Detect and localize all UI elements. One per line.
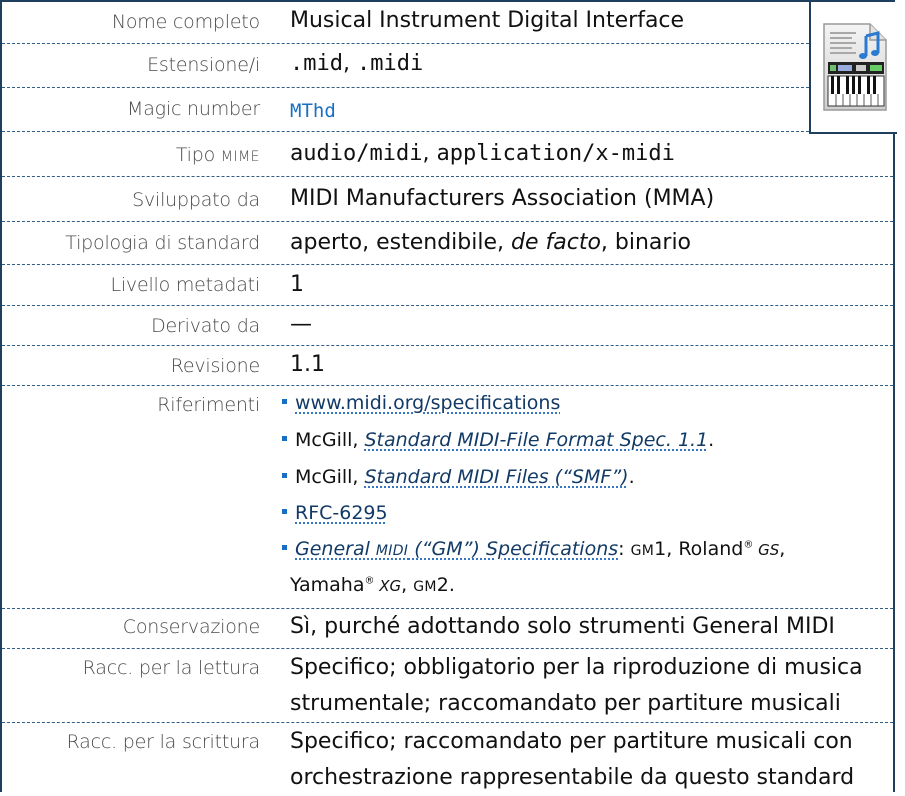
registered-mark-1: ® xyxy=(743,539,754,551)
ref2-post: . xyxy=(708,429,715,451)
mime-application-x-midi: application/x-midi xyxy=(436,141,675,166)
ref5-colon: : xyxy=(618,538,631,560)
row-riferimenti: Riferimenti www.midi.org/specifications … xyxy=(2,386,893,609)
ref5-end: . xyxy=(448,574,455,596)
row-racc-scrittura: Racc. per la scrittura Specifico; raccom… xyxy=(2,723,893,794)
label-conservazione: Conservazione xyxy=(122,616,260,638)
label-revisione: Revisione xyxy=(170,355,260,377)
roland-gs: GS xyxy=(753,541,780,559)
gm2-prefix: GM xyxy=(413,579,437,595)
mime-audio-midi: audio/midi xyxy=(290,141,423,166)
value-racc-scrittura: Specifico; raccomandato per partiture mu… xyxy=(290,724,854,796)
ref-link-midi-org[interactable]: www.midi.org/specifications xyxy=(295,392,560,414)
gm-link-part-1: General xyxy=(295,538,376,560)
value-tipologia: aperto, estendibile, de facto, binario xyxy=(290,230,691,255)
bullet-icon xyxy=(282,399,287,404)
ext-midi: .midi xyxy=(356,51,424,76)
ext-mid: .mid xyxy=(290,51,343,76)
scrittura-line-2: orchestrazione rappresentabile da questo… xyxy=(290,765,855,790)
lettura-line-2: strumentale; raccomandato per partiture … xyxy=(290,691,841,716)
file-icon-box xyxy=(809,2,897,134)
label-tipo: Tipo xyxy=(175,144,221,166)
label-racc-scrittura: Racc. per la scrittura xyxy=(66,731,261,753)
row-estensione: Estensione/i .mid, .midi xyxy=(2,44,809,88)
midi-file-icon xyxy=(823,23,887,111)
bullet-icon xyxy=(282,436,287,441)
scrittura-line-1: Specifico; raccomandato per partiture mu… xyxy=(290,729,853,754)
row-livello-metadati: Livello metadati 1 xyxy=(2,265,893,306)
row-magic-number: Magic number MThd xyxy=(2,88,809,132)
label-estensione: Estensione/i xyxy=(147,54,260,76)
value-magic-number: MThd xyxy=(290,100,336,122)
value-derivato-da: — xyxy=(290,312,312,337)
row-tipologia: Tipologia di standard aperto, estendibil… xyxy=(2,222,893,265)
label-racc-lettura: Racc. per la lettura xyxy=(82,657,261,679)
label-tipo-mime: Tipo MIME xyxy=(2,144,260,166)
gm-link-midi: MIDI xyxy=(375,543,409,559)
ref5-comma: , xyxy=(779,538,786,560)
value-revisione: 1.1 xyxy=(290,352,325,377)
label-derivato-da: Derivato da xyxy=(151,315,260,337)
label-sviluppato-da: Sviluppato da xyxy=(132,189,260,211)
ref-item-5-cont: Yamaha® XG, GM2. xyxy=(290,574,455,596)
bullet-icon xyxy=(282,545,287,550)
row-nome-completo: Nome completo Musical Instrument Digital… xyxy=(2,2,809,44)
tipologia-de-facto: de facto xyxy=(511,230,601,255)
label-riferimenti: Riferimenti xyxy=(157,394,260,416)
label-mime: MIME xyxy=(220,149,260,165)
ref-link-rfc-6295[interactable]: RFC-6295 xyxy=(295,502,388,524)
value-estensione: .mid, .midi xyxy=(290,51,423,76)
registered-mark-2: ® xyxy=(364,575,375,587)
ref-link-smf-spec[interactable]: Standard MIDI-File Format Spec. 1.1 xyxy=(364,429,708,451)
value-racc-lettura: Specifico; obbligatorio per la riproduzi… xyxy=(290,650,863,722)
tipologia-part-3: , binario xyxy=(600,230,692,255)
row-tipo-mime: Tipo MIME audio/midi, application/x-midi xyxy=(2,132,893,177)
ref3-post: . xyxy=(628,466,635,488)
ref-item-2: McGill, Standard MIDI-File Format Spec. … xyxy=(282,429,714,451)
row-revisione: Revisione 1.1 xyxy=(2,346,893,386)
ref3-pre: McGill, xyxy=(295,466,365,488)
ref5-sep: , xyxy=(401,574,414,596)
value-conservazione: Sì, purché adottando solo strumenti Gene… xyxy=(290,614,835,639)
gm-link-part-3: (“GM”) Specifications xyxy=(408,538,619,560)
value-livello-metadati: 1 xyxy=(290,272,304,297)
gm1-number: 1 xyxy=(654,538,667,560)
lettura-line-1: Specifico; obbligatorio per la riproduzi… xyxy=(290,655,863,680)
bullet-icon xyxy=(282,473,287,478)
label-livello-metadati: Livello metadati xyxy=(110,274,260,296)
label-magic-number: Magic number xyxy=(127,98,260,120)
value-tipo-mime: audio/midi, application/x-midi xyxy=(290,141,675,166)
ref-link-gm-spec[interactable]: General MIDI (“GM”) Specifications xyxy=(295,538,618,560)
format-infobox: Nome completo Musical Instrument Digital… xyxy=(0,0,897,794)
ref-item-3: McGill, Standard MIDI Files (“SMF”). xyxy=(282,466,635,488)
ref5-yamaha: Yamaha xyxy=(290,574,365,596)
value-nome-completo: Musical Instrument Digital Interface xyxy=(290,8,685,33)
row-conservazione: Conservazione Sì, purché adottando solo … xyxy=(2,609,893,649)
tipologia-part-1: aperto, estendibile, xyxy=(290,230,511,255)
gm2-number: 2 xyxy=(436,574,449,596)
gm1-prefix: GM xyxy=(630,543,655,559)
bullet-icon xyxy=(282,509,287,514)
label-nome-completo: Nome completo xyxy=(111,11,260,33)
ref-item-1: www.midi.org/specifications xyxy=(282,392,560,414)
row-derivato-da: Derivato da — xyxy=(2,306,893,346)
ref-item-5: General MIDI (“GM”) Specifications: GM1,… xyxy=(282,538,785,560)
ref5-roland: , Roland xyxy=(666,538,744,560)
ref-link-smf[interactable]: Standard MIDI Files (“SMF”) xyxy=(364,466,628,488)
row-racc-lettura: Racc. per la lettura Specifico; obbligat… xyxy=(2,649,893,723)
ext-sep: , xyxy=(342,51,357,76)
label-tipologia: Tipologia di standard xyxy=(65,232,260,254)
row-sviluppato-da: Sviluppato da MIDI Manufacturers Associa… xyxy=(2,177,893,222)
ref2-pre: McGill, xyxy=(295,429,365,451)
mime-sep: , xyxy=(422,141,437,166)
value-sviluppato-da: MIDI Manufacturers Association (MMA) xyxy=(290,186,715,211)
ref-item-4: RFC-6295 xyxy=(282,502,388,524)
yamaha-xg: XG xyxy=(374,577,402,595)
